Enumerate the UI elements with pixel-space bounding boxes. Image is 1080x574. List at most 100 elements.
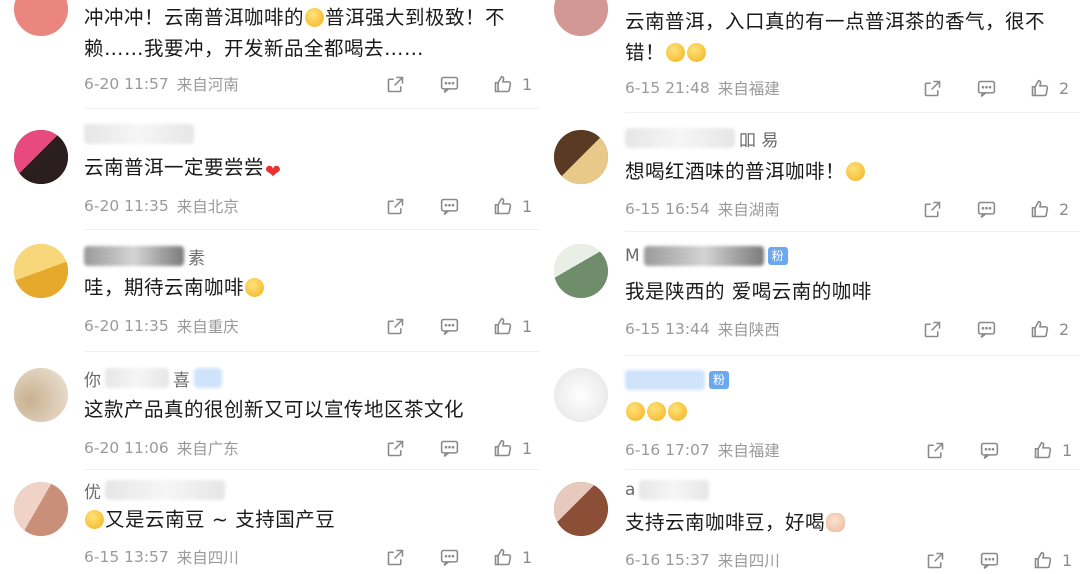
comment-item: a 支持云南咖啡豆，好喝 6-16 15:37 来自四川 1 (548, 474, 1080, 572)
reply-comment-icon[interactable] (436, 193, 462, 219)
fan-badge-redacted (194, 368, 222, 388)
avatar[interactable] (554, 244, 608, 298)
comment-time: 6-20 11:57 (84, 75, 169, 93)
username-redacted (625, 128, 735, 148)
comment-location: 来自河南 (176, 76, 239, 94)
like-thumb-icon[interactable] (489, 193, 515, 219)
like-count: 1 (1062, 440, 1073, 460)
comment-item: 吅 易 想喝红酒味的普洱咖啡！ 6-15 16:54 来自湖南 2 (548, 122, 1080, 232)
share-icon[interactable] (919, 75, 945, 101)
comment-text: 云南普洱，入口真的有一点普洱茶的香气，很不错！ (625, 10, 1046, 64)
clap-emoji-icon (826, 513, 846, 532)
reply-comment-icon[interactable] (436, 71, 462, 97)
comment-actions: 1 (382, 435, 532, 461)
like-thumb-icon[interactable] (1026, 196, 1052, 222)
comment-text (625, 396, 1062, 427)
username: M (625, 246, 640, 266)
comment-text: 这款产品真的很创新又可以宣传地区茶文化 (84, 398, 465, 421)
comment-text: 冲冲冲！云南普洱咖啡的 普洱强大到极致！不赖……我要冲，开发新品全都喝去…… (84, 6, 506, 60)
like-thumb-icon[interactable] (1029, 547, 1055, 573)
divider (84, 351, 540, 352)
share-icon[interactable] (919, 196, 945, 222)
comment-location: 来自广东 (176, 440, 239, 458)
comment-time: 6-15 13:44 (625, 320, 710, 338)
like-thumb-icon[interactable] (489, 71, 515, 97)
comment-item: M 粉 我是陕西的 爱喝云南的咖啡 6-15 13:44 来自陕西 2 (548, 236, 1080, 348)
comment-text: 云南普洱一定要尝尝 (84, 152, 526, 188)
comment-actions: 1 (922, 547, 1072, 573)
doge-emoji-icon (846, 162, 866, 181)
reply-comment-icon[interactable] (973, 75, 999, 101)
avatar[interactable] (14, 130, 68, 184)
share-icon[interactable] (922, 547, 948, 573)
avatar[interactable] (554, 368, 608, 422)
reply-comment-icon[interactable] (976, 437, 1002, 463)
comment-time: 6-16 17:07 (625, 441, 710, 459)
like-thumb-icon[interactable] (1029, 437, 1055, 463)
shy-emoji-icon (85, 510, 104, 529)
avatar[interactable] (554, 482, 608, 536)
username-row: 优 (84, 478, 225, 503)
comment-text: 哇，期待云南咖啡 (84, 272, 526, 303)
comment-item: 你 喜 这款产品真的很创新又可以宣传地区茶文化 6-20 11:06 来自广东 … (0, 360, 540, 470)
like-thumb-icon[interactable] (489, 544, 515, 570)
username-redacted (105, 480, 225, 500)
username-redacted (84, 124, 194, 144)
like-thumb-icon[interactable] (489, 435, 515, 461)
like-thumb-icon[interactable] (1026, 316, 1052, 342)
avatar[interactable] (554, 0, 608, 36)
username-row: 你 喜 (84, 366, 222, 391)
reply-comment-icon[interactable] (976, 547, 1002, 573)
share-icon[interactable] (919, 316, 945, 342)
like-thumb-icon[interactable] (1026, 75, 1052, 101)
share-icon[interactable] (382, 435, 408, 461)
reply-comment-icon[interactable] (436, 544, 462, 570)
comment-location: 来自福建 (717, 80, 780, 98)
laughing-emoji-icon (305, 8, 325, 27)
fan-badge: 粉 (767, 247, 788, 265)
divider (625, 355, 1080, 356)
comment-location: 来自四川 (717, 552, 780, 570)
comment-location: 来自北京 (176, 198, 239, 216)
avatar[interactable] (14, 368, 68, 422)
username: 优 (84, 482, 101, 503)
comment-location: 来自四川 (176, 549, 239, 567)
reply-comment-icon[interactable] (436, 435, 462, 461)
username: 素 (188, 248, 205, 269)
share-icon[interactable] (382, 313, 408, 339)
column-divider (540, 0, 548, 572)
comment-location: 来自陕西 (717, 321, 780, 339)
username-row: 素 (84, 244, 205, 269)
like-thumb-icon[interactable] (489, 313, 515, 339)
divider (625, 469, 1080, 470)
reply-comment-icon[interactable] (973, 316, 999, 342)
comment-actions: 1 (382, 313, 532, 339)
share-icon[interactable] (382, 71, 408, 97)
like-count: 2 (1059, 199, 1070, 219)
reply-comment-icon[interactable] (973, 196, 999, 222)
like-count: 1 (522, 438, 533, 458)
share-icon[interactable] (922, 437, 948, 463)
comment-actions: 1 (382, 71, 532, 97)
share-icon[interactable] (382, 193, 408, 219)
avatar[interactable] (14, 482, 68, 536)
divider (84, 229, 540, 230)
share-icon[interactable] (382, 544, 408, 570)
avatar[interactable] (14, 0, 68, 36)
comment-time: 6-20 11:06 (84, 439, 169, 457)
scream-emoji-icon (666, 43, 686, 62)
comment-item: 云南普洱，入口真的有一点普洱茶的香气，很不错！ 6-15 21:48 来自福建 … (548, 0, 1080, 122)
comment-location: 来自福建 (717, 442, 780, 460)
username: 你 (84, 370, 101, 391)
comment-meta: 6-16 17:07 来自福建 1 (625, 436, 1072, 464)
comment-meta: 6-20 11:35 来自北京 1 (84, 192, 532, 220)
comment-item: 素 哇，期待云南咖啡 6-20 11:35 来自重庆 1 (0, 236, 540, 348)
divider (625, 231, 1080, 232)
avatar[interactable] (554, 130, 608, 184)
comment-time: 6-20 11:35 (84, 317, 169, 335)
avatar[interactable] (14, 244, 68, 298)
like-count: 1 (522, 316, 533, 336)
comment-meta: 6-15 13:57 来自四川 1 (84, 543, 532, 571)
username-row: 吅 易 (625, 126, 778, 151)
reply-comment-icon[interactable] (436, 313, 462, 339)
